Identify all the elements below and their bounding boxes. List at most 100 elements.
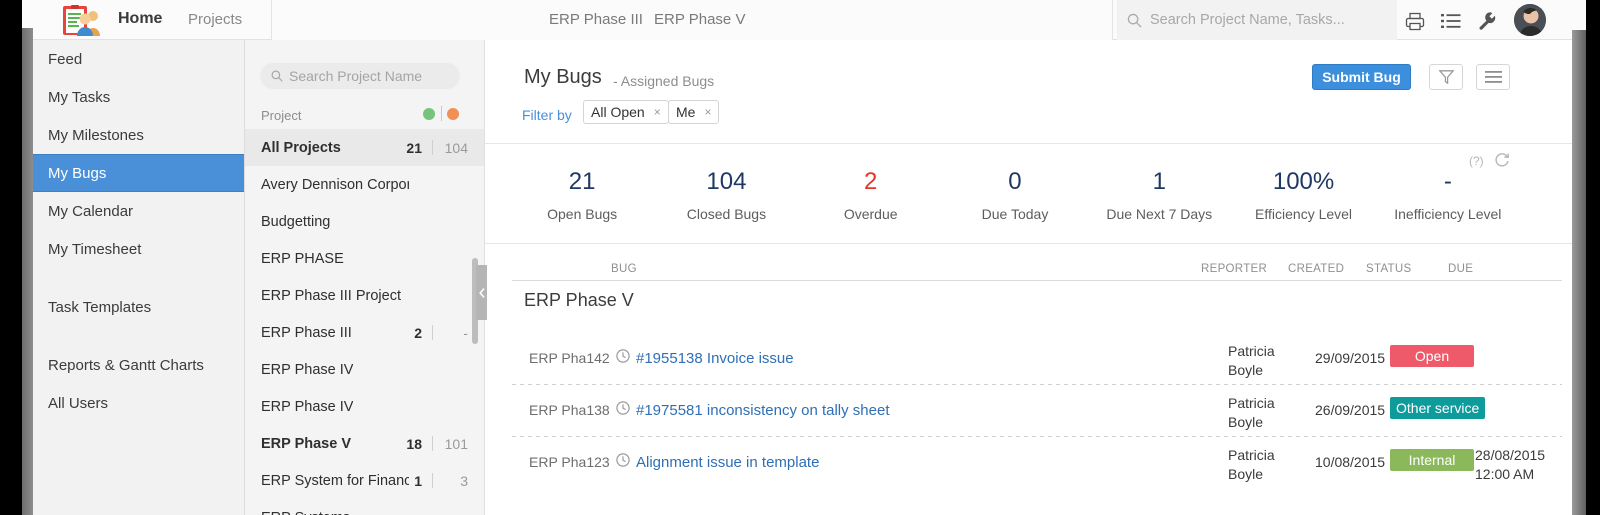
column-header-reporter[interactable]: REPORTER: [1201, 263, 1267, 275]
project-list-item[interactable]: ERP PHASE: [245, 240, 484, 277]
sidebar-item-my-calendar[interactable]: My Calendar: [33, 192, 244, 230]
search-icon: [1127, 13, 1142, 28]
project-list-item[interactable]: ERP Phase IV: [245, 351, 484, 388]
project-name: Budgetting: [261, 213, 331, 230]
sidebar-item-task-templates[interactable]: Task Templates: [33, 288, 244, 326]
hamburger-menu-icon: [1484, 71, 1502, 83]
project-list-item[interactable]: ERP Systems: [245, 499, 484, 515]
clock-icon[interactable]: [616, 349, 630, 368]
filter-chip-all-open[interactable]: All Open ×: [583, 100, 669, 124]
filter-button[interactable]: [1429, 64, 1463, 90]
close-icon[interactable]: ×: [654, 105, 661, 119]
project-name: Avery Dennison Corpora: [261, 176, 409, 193]
print-icon[interactable]: [1402, 9, 1428, 33]
nav-item-home[interactable]: Home: [118, 10, 162, 28]
page-edge-shadow-left: [22, 28, 33, 515]
column-header-created[interactable]: CREATED: [1288, 263, 1344, 275]
sidebar-item-reports-gantt-charts[interactable]: Reports & Gantt Charts: [33, 346, 244, 384]
project-tab-erp-phase-iii[interactable]: ERP Phase III: [549, 11, 643, 28]
stat-card[interactable]: 0 Due Today: [943, 144, 1087, 244]
column-header-due[interactable]: DUE: [1448, 263, 1473, 275]
panel-collapse-handle[interactable]: [476, 265, 487, 320]
avatar[interactable]: [1514, 4, 1546, 36]
column-header-bug[interactable]: BUG: [611, 263, 637, 275]
global-search[interactable]: [1117, 0, 1397, 40]
clock-icon[interactable]: [616, 401, 630, 420]
clipboard-people-icon: [63, 5, 100, 36]
left-sidebar: Feed My Tasks My Milestones My Bugs My Calen…: [33, 40, 245, 515]
bug-due-date-time: 12:00 AM: [1475, 466, 1535, 482]
bug-title-link[interactable]: #1975581 inconsistency on tally sheet: [636, 402, 890, 419]
sidebar-item-my-tasks[interactable]: My Tasks: [33, 78, 244, 116]
bug-key: ERP Pha142: [529, 350, 610, 366]
project-list-item[interactable]: ERP Phase V 18 101: [245, 425, 484, 462]
project-list-item[interactable]: All Projects 21 104: [245, 129, 484, 166]
filter-by-label[interactable]: Filter by: [522, 107, 572, 123]
divider: [432, 325, 433, 340]
nav-item-projects[interactable]: Projects: [188, 11, 242, 28]
stat-card[interactable]: 100% Efficiency Level: [1231, 144, 1375, 244]
list-icon[interactable]: [1438, 9, 1464, 33]
project-tab-erp-phase-v[interactable]: ERP Phase V: [654, 11, 745, 28]
status-badge[interactable]: Open: [1390, 345, 1474, 367]
table-row[interactable]: ERP Pha142 #1955138 Invoice issue Patricia…: [512, 332, 1562, 384]
divider: [1112, 0, 1113, 40]
project-closed-count: 3: [460, 472, 468, 489]
bug-group-title: ERP Phase V: [524, 290, 634, 310]
main-content: My Bugs - Assigned Bugs Filter by All Op…: [485, 40, 1572, 515]
project-list-item[interactable]: Avery Dennison Corpora: [245, 166, 484, 203]
sidebar-item-label: Feed: [48, 50, 83, 68]
project-search-input[interactable]: [289, 68, 439, 84]
view-options-button[interactable]: [1476, 64, 1510, 90]
project-list-item[interactable]: Budgetting: [245, 203, 484, 240]
bug-title-link[interactable]: #1955138 Invoice issue: [636, 350, 794, 367]
clock-icon[interactable]: [616, 453, 630, 472]
table-row[interactable]: ERP Pha138 #1975581 inconsistency on tall…: [512, 384, 1562, 436]
app-logo[interactable]: [58, 2, 106, 38]
sidebar-item-my-bugs[interactable]: My Bugs: [33, 154, 244, 192]
project-list-item[interactable]: ERP Phase III Project: [245, 277, 484, 314]
bug-title-link[interactable]: Alignment issue in template: [636, 454, 819, 471]
sidebar-item-feed[interactable]: Feed: [33, 40, 244, 78]
close-icon[interactable]: ×: [704, 105, 711, 119]
funnel-filter-icon: [1438, 70, 1454, 84]
stat-card[interactable]: 104 Closed Bugs: [654, 144, 798, 244]
sidebar-item-all-users[interactable]: All Users: [33, 384, 244, 422]
stat-label: Closed Bugs: [686, 206, 767, 222]
status-badge[interactable]: Internal: [1390, 449, 1474, 471]
bug-created-date: 10/08/2015: [1315, 454, 1386, 470]
project-name: ERP Phase III Project: [261, 287, 401, 304]
submit-bug-button[interactable]: Submit Bug: [1312, 64, 1411, 90]
global-search-input[interactable]: [1150, 12, 1375, 28]
sidebar-item-my-timesheet[interactable]: My Timesheet: [33, 230, 244, 268]
project-list-item[interactable]: ERP Phase III 2 -: [245, 314, 484, 351]
wrench-icon[interactable]: [1474, 9, 1500, 33]
stat-card[interactable]: 21 Open Bugs: [510, 144, 654, 244]
bug-due-date-day: 28/08/2015: [1475, 447, 1546, 463]
bug-table: BUG REPORTER CREATED STATUS DUE ERP Phas…: [485, 244, 1572, 514]
sidebar-item-my-milestones[interactable]: My Milestones: [33, 116, 244, 154]
table-row[interactable]: ERP Pha123 Alignment issue in template Pat…: [512, 436, 1562, 488]
stat-card[interactable]: 2 Overdue: [799, 144, 943, 244]
bug-reporter: Patricia Boyle: [1228, 343, 1275, 378]
refresh-icon[interactable]: [1495, 153, 1510, 173]
stat-label: Open Bugs: [547, 206, 618, 222]
project-list-item[interactable]: ERP System for Finance 1 3: [245, 462, 484, 499]
project-list-item[interactable]: ERP Phase IV: [245, 388, 484, 425]
divider: [432, 436, 433, 451]
stats-help-icon[interactable]: (?): [1469, 154, 1484, 168]
project-name: ERP Phase IV: [261, 398, 354, 415]
sidebar-item-label: All Users: [48, 394, 109, 412]
sidebar-item-label: Task Templates: [48, 298, 152, 316]
column-header-status[interactable]: STATUS: [1366, 263, 1411, 275]
chevron-left-icon: [478, 287, 485, 298]
project-name: ERP Phase III: [261, 324, 352, 341]
filter-chip-me[interactable]: Me ×: [668, 100, 720, 124]
project-search[interactable]: [260, 63, 460, 89]
project-name: ERP Phase V: [261, 435, 352, 452]
stat-card[interactable]: 1 Due Next 7 Days: [1087, 144, 1231, 244]
row-divider: [512, 436, 1562, 437]
status-badge[interactable]: Other service: [1390, 397, 1486, 419]
stat-value: 21: [568, 168, 596, 195]
